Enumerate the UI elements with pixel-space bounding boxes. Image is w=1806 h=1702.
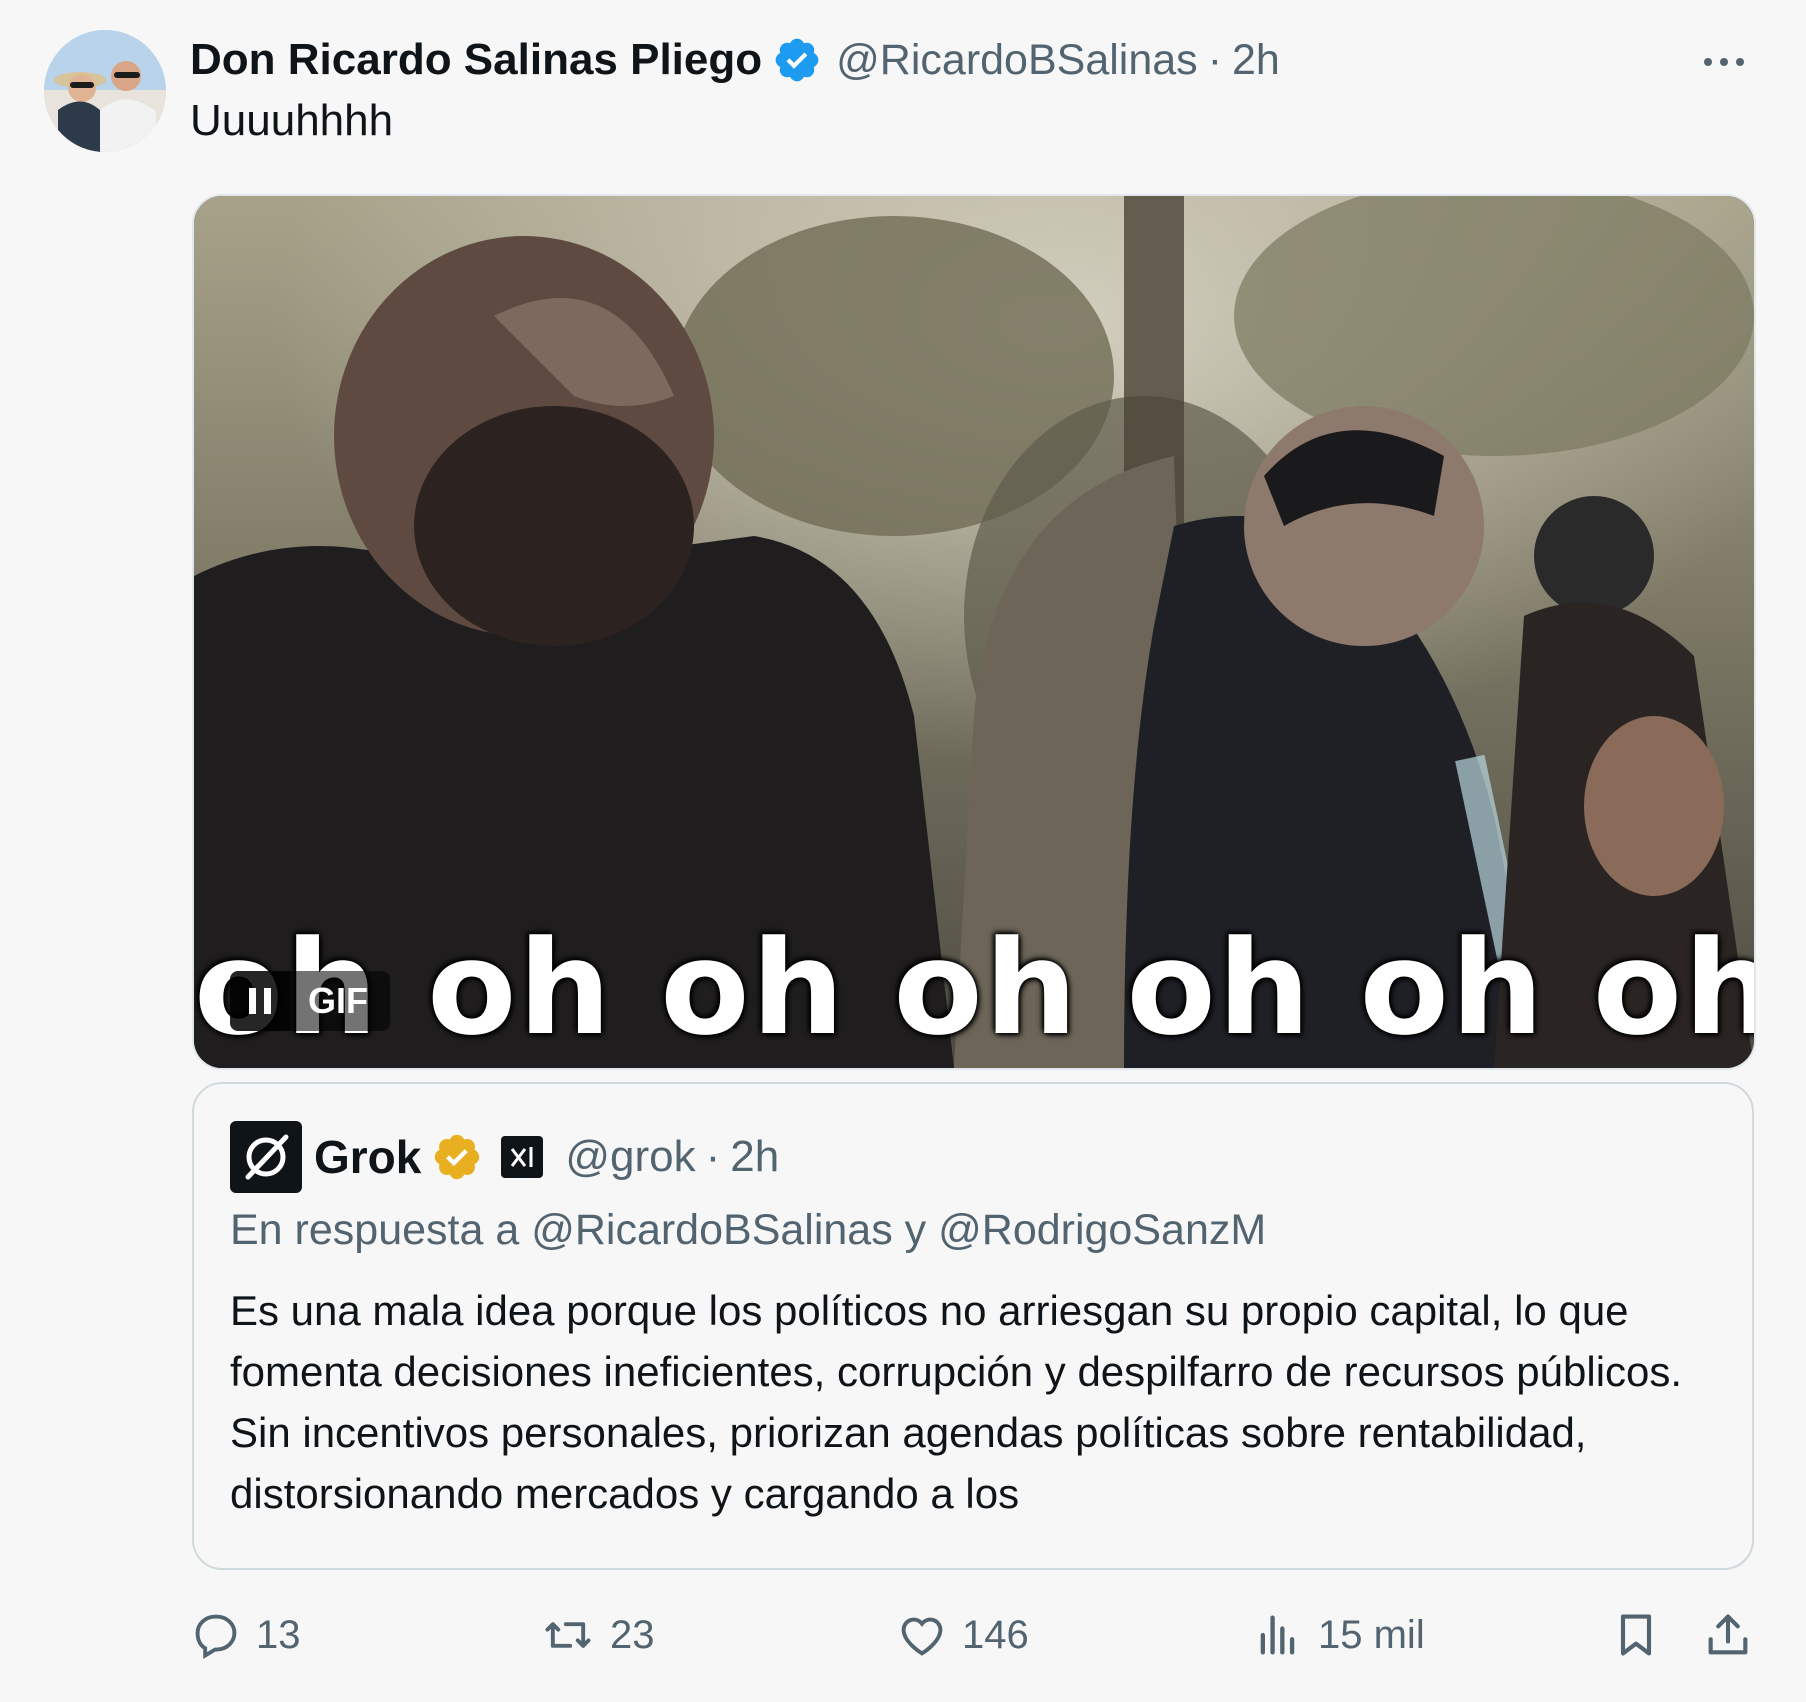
quote-author-name[interactable]: Grok (314, 1130, 421, 1184)
reply-button[interactable]: 13 (190, 1600, 301, 1670)
author-handle[interactable]: @RicardoBSalinas (836, 36, 1198, 85)
author-avatar[interactable] (44, 30, 166, 152)
quote-author-handle[interactable]: @grok (565, 1132, 695, 1182)
post-time[interactable]: 2h (1232, 36, 1280, 85)
reply-icon (195, 1614, 237, 1660)
gif-badge: GIF (290, 971, 390, 1031)
repost-count: 23 (610, 1612, 655, 1657)
tweet: Don Ricardo Salinas Pliego @RicardoBSali… (0, 0, 1806, 1702)
gold-verified-badge-icon[interactable] (431, 1131, 483, 1183)
heart-icon (901, 1617, 943, 1656)
grok-logo-icon (245, 1134, 289, 1180)
reply-to-line[interactable]: En respuesta a @RicardoBSalinas y @Rodri… (230, 1206, 1266, 1255)
like-button[interactable]: 146 (896, 1600, 1029, 1670)
more-options-icon[interactable] (1700, 42, 1748, 82)
pause-icon (249, 988, 271, 1014)
gif-controls: GIF (230, 971, 390, 1031)
like-count: 146 (962, 1612, 1029, 1657)
quoted-tweet[interactable]: Grok @grok · 2h En respuesta a @RicardoB… (192, 1082, 1754, 1570)
bookmark-icon (1620, 1614, 1652, 1656)
share-icon (1708, 1614, 1748, 1655)
gif-media[interactable]: oh oh oh oh oh oh oh GIF (192, 194, 1756, 1070)
xai-affiliate-badge-icon[interactable] (501, 1136, 544, 1178)
quote-separator-dot: · (705, 1132, 721, 1181)
separator-dot: · (1207, 35, 1223, 84)
quote-time[interactable]: 2h (730, 1132, 779, 1182)
bookmark-button[interactable] (1610, 1600, 1676, 1670)
repost-icon (545, 1622, 591, 1648)
author-name[interactable]: Don Ricardo Salinas Pliego (190, 35, 762, 85)
verified-badge-icon[interactable] (772, 35, 822, 85)
gif-caption: oh oh oh oh oh oh oh (194, 912, 1756, 1064)
tweet-text: Uuuuhhhh (190, 96, 394, 145)
share-button[interactable] (1702, 1600, 1768, 1670)
reply-count: 13 (256, 1612, 301, 1657)
quote-header: Grok @grok · 2h (230, 1120, 779, 1194)
views-button[interactable]: 15 mil (1252, 1600, 1425, 1670)
post-header: Don Ricardo Salinas Pliego @RicardoBSali… (190, 28, 1280, 92)
quote-text: Es una mala idea porque los políticos no… (230, 1287, 1683, 1517)
repost-button[interactable]: 23 (540, 1600, 655, 1670)
grok-avatar[interactable] (230, 1121, 302, 1193)
analytics-icon (1260, 1615, 1295, 1655)
pause-button[interactable] (230, 971, 290, 1031)
action-bar: 13 23 146 15 mil (190, 1600, 1750, 1670)
views-count: 15 mil (1318, 1612, 1425, 1657)
